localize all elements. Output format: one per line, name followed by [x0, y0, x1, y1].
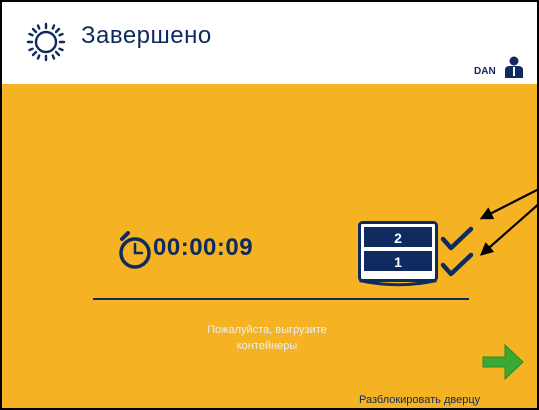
- container-stack-icon: 2 1: [358, 221, 438, 287]
- divider: [93, 298, 469, 300]
- sun-icon: [26, 22, 66, 62]
- elapsed-time: 00:00:09: [153, 234, 254, 261]
- completion-screen: Завершено DAN 00:00:09 Пожалуйста, выгру…: [0, 0, 539, 410]
- container-number-2: 2: [394, 230, 402, 246]
- user-icon[interactable]: [502, 56, 526, 78]
- user-name: DAN: [474, 66, 496, 77]
- arrow-right-icon[interactable]: [479, 340, 527, 384]
- pointer-arrows: [479, 188, 537, 256]
- page-title: Завершено: [81, 22, 212, 49]
- pointer-arrow-lower: [480, 204, 537, 256]
- header-bar: Завершено DAN: [2, 2, 537, 84]
- pointer-arrow-upper: [479, 188, 537, 220]
- unlock-door-button[interactable]: Разблокировать дверцу: [359, 394, 480, 406]
- unload-message: Пожалуйста, выгрузите контейнеры: [162, 322, 372, 354]
- stopwatch-icon: [119, 231, 151, 269]
- container-number-1: 1: [394, 254, 402, 270]
- message-line-1: Пожалуйста, выгрузите: [207, 324, 327, 336]
- message-line-2: контейнеры: [236, 340, 298, 352]
